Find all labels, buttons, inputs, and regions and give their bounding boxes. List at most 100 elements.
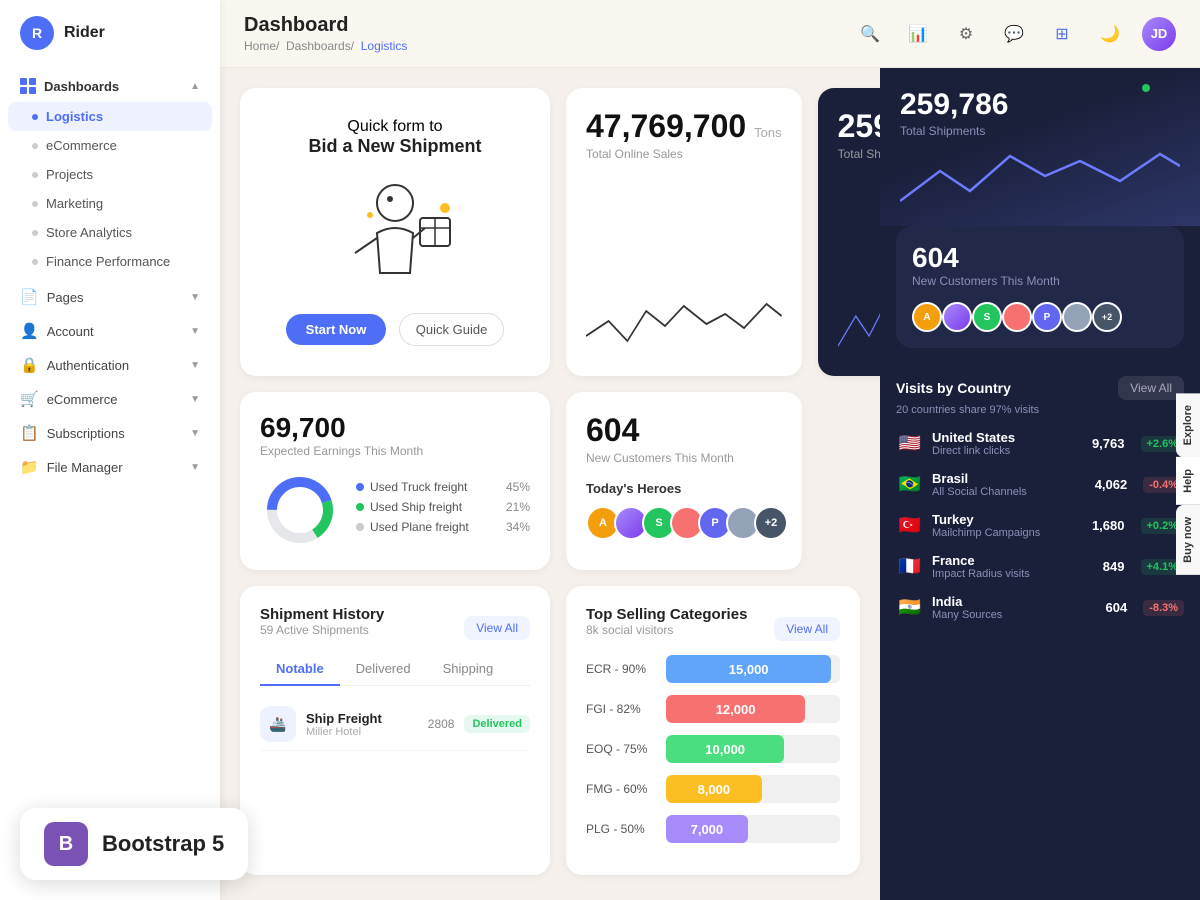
header-right: 🔍 📊 ⚙ 💬 ⊞ 🌙 JD <box>854 17 1176 51</box>
bar-label-ecr: ECR - 90% <box>586 662 656 676</box>
right-panel: Explore Help Buy now 259,786 Total Shipm… <box>880 68 1200 900</box>
sidebar-item-logistics[interactable]: Logistics <box>8 102 212 131</box>
buy-now-tab[interactable]: Buy now <box>1176 505 1200 575</box>
ship-icon-box: 🚢 <box>260 706 296 742</box>
dot-icon <box>32 114 38 120</box>
dot-icon <box>32 230 38 236</box>
sidebar-item-store-analytics[interactable]: Store Analytics <box>0 218 220 247</box>
sidebar-item-projects[interactable]: Projects <box>0 160 220 189</box>
logo-name: Rider <box>64 24 105 42</box>
account-label: Account <box>47 324 94 339</box>
search-icon[interactable]: 🔍 <box>854 18 886 50</box>
sidebar-item-ecommerce2[interactable]: 🛒 eCommerce ▼ <box>0 382 220 416</box>
center-content: Quick form to Bid a New Shipment <box>220 68 880 900</box>
bar-fmg: FMG - 60% 8,000 <box>586 775 840 803</box>
dark-avatar-s: S <box>972 302 1002 332</box>
bar-fill-fmg: 8,000 <box>666 775 762 803</box>
country-row-in: 🇮🇳 India Many Sources 604 -8.3% <box>896 594 1184 621</box>
country-source-br: All Social Channels <box>932 486 1087 498</box>
quick-guide-button[interactable]: Quick Guide <box>399 313 505 346</box>
chart-icon[interactable]: 📊 <box>902 18 934 50</box>
tab-notable[interactable]: Notable <box>260 653 340 686</box>
country-row-tr: 🇹🇷 Turkey Mailchimp Campaigns 1,680 +0.2… <box>896 512 1184 539</box>
shipment-history-card: Shipment History 59 Active Shipments Vie… <box>240 586 550 875</box>
shipment-bid-card: Quick form to Bid a New Shipment <box>240 88 550 376</box>
earnings-number: 69,700 <box>260 412 530 444</box>
countries-header: Visits by Country View All <box>896 376 1184 400</box>
avatars-row: A S P +2 <box>586 506 782 540</box>
pages-label: Pages <box>47 290 84 305</box>
total-sales-label: Total Online Sales <box>586 147 782 161</box>
dark-avatar-more: +2 <box>1092 302 1122 332</box>
country-num-br: 4,062 <box>1095 477 1128 492</box>
sidebar-item-label: Logistics <box>46 109 103 124</box>
sidebar-section-dashboards: Dashboards ▲ Logistics eCommerce Project… <box>0 70 220 276</box>
history-item-name: Ship Freight <box>306 711 418 726</box>
start-now-button[interactable]: Start Now <box>286 314 387 345</box>
country-row-br: 🇧🇷 Brasil All Social Channels 4,062 -0.4… <box>896 471 1184 498</box>
country-num-fr: 849 <box>1103 559 1125 574</box>
country-num-us: 9,763 <box>1092 436 1125 451</box>
countries-view-all-button[interactable]: View All <box>1118 376 1184 400</box>
avatar[interactable]: JD <box>1142 17 1176 51</box>
legend-truck: Used Truck freight 45% <box>356 480 530 494</box>
settings-icon[interactable]: ⚙ <box>950 18 982 50</box>
bar-label-eoq: EOQ - 75% <box>586 742 656 756</box>
selling-title: Top Selling Categories <box>586 606 747 623</box>
sidebar-item-marketing[interactable]: Marketing <box>0 189 220 218</box>
donut-chart <box>260 470 340 550</box>
country-info-br: Brasil All Social Channels <box>932 471 1087 498</box>
selling-view-all-button[interactable]: View All <box>774 617 840 641</box>
chevron-down-icon: ▼ <box>190 292 200 303</box>
dark-stat-section: 259,786 Total Shipments <box>880 68 1200 226</box>
sidebar: R Rider Dashboards ▲ Logistics eCommerce… <box>0 0 220 900</box>
auth-icon: 🔒 <box>20 356 39 374</box>
plane-dot <box>356 523 364 531</box>
sidebar-item-filemanager[interactable]: 📁 File Manager ▼ <box>0 450 220 484</box>
dark-avatar-2 <box>942 302 972 332</box>
message-icon[interactable]: 💬 <box>998 18 1030 50</box>
help-tab[interactable]: Help <box>1176 457 1200 505</box>
sidebar-item-finance[interactable]: Finance Performance <box>0 247 220 276</box>
history-tabs: Notable Delivered Shipping <box>260 653 530 686</box>
bar-label-fgi: FGI - 82% <box>586 702 656 716</box>
countries-title: Visits by Country <box>896 380 1011 396</box>
top-selling-card: Top Selling Categories 8k social visitor… <box>566 586 860 875</box>
tab-shipping[interactable]: Shipping <box>427 653 510 686</box>
sidebar-item-authentication[interactable]: 🔒 Authentication ▼ <box>0 348 220 382</box>
explore-tab[interactable]: Explore <box>1176 393 1200 457</box>
legend-ship: Used Ship freight 21% <box>356 500 530 514</box>
mid-row: 69,700 Expected Earnings This Month <box>240 392 860 570</box>
dark-shipments-label: Total Shipments <box>900 124 1180 138</box>
bar-track-fgi: 12,000 <box>666 695 840 723</box>
total-shipments-number: 259,786 <box>838 108 880 145</box>
bar-fill-ecr: 15,000 <box>666 655 831 683</box>
subscriptions-icon: 📋 <box>20 424 39 442</box>
history-view-all-button[interactable]: View All <box>464 616 530 640</box>
subscriptions-label: Subscriptions <box>47 426 125 441</box>
country-name-br: Brasil <box>932 471 1087 486</box>
logo[interactable]: R Rider <box>0 16 220 70</box>
dark-avatar-a: A <box>912 302 942 332</box>
sidebar-item-ecommerce[interactable]: eCommerce <box>0 131 220 160</box>
bar-fill-fgi: 12,000 <box>666 695 805 723</box>
dark-avatar-p: P <box>1032 302 1062 332</box>
shipments-chart <box>838 286 880 356</box>
grid-view-icon[interactable]: ⊞ <box>1046 18 1078 50</box>
sidebar-item-account[interactable]: 👤 Account ▼ <box>0 314 220 348</box>
dashboards-header[interactable]: Dashboards ▲ <box>0 70 220 102</box>
sidebar-item-subscriptions[interactable]: 📋 Subscriptions ▼ <box>0 416 220 450</box>
history-sub: 59 Active Shipments <box>260 623 384 637</box>
dot-icon <box>32 143 38 149</box>
dark-customers-number: 604 <box>912 242 1168 274</box>
sidebar-item-pages[interactable]: 📄 Pages ▼ <box>0 280 220 314</box>
total-sales-card: 47,769,700 Tons Total Online Sales <box>566 88 802 376</box>
page-title: Dashboard <box>244 14 407 37</box>
breadcrumb-current: Logistics <box>361 39 408 53</box>
auth-label: Authentication <box>47 358 129 373</box>
dark-mode-icon[interactable]: 🌙 <box>1094 18 1126 50</box>
tab-delivered[interactable]: Delivered <box>340 653 427 686</box>
filemanager-label: File Manager <box>47 460 123 475</box>
bar-fill-plg: 7,000 <box>666 815 748 843</box>
bar-label-plg: PLG - 50% <box>586 822 656 836</box>
